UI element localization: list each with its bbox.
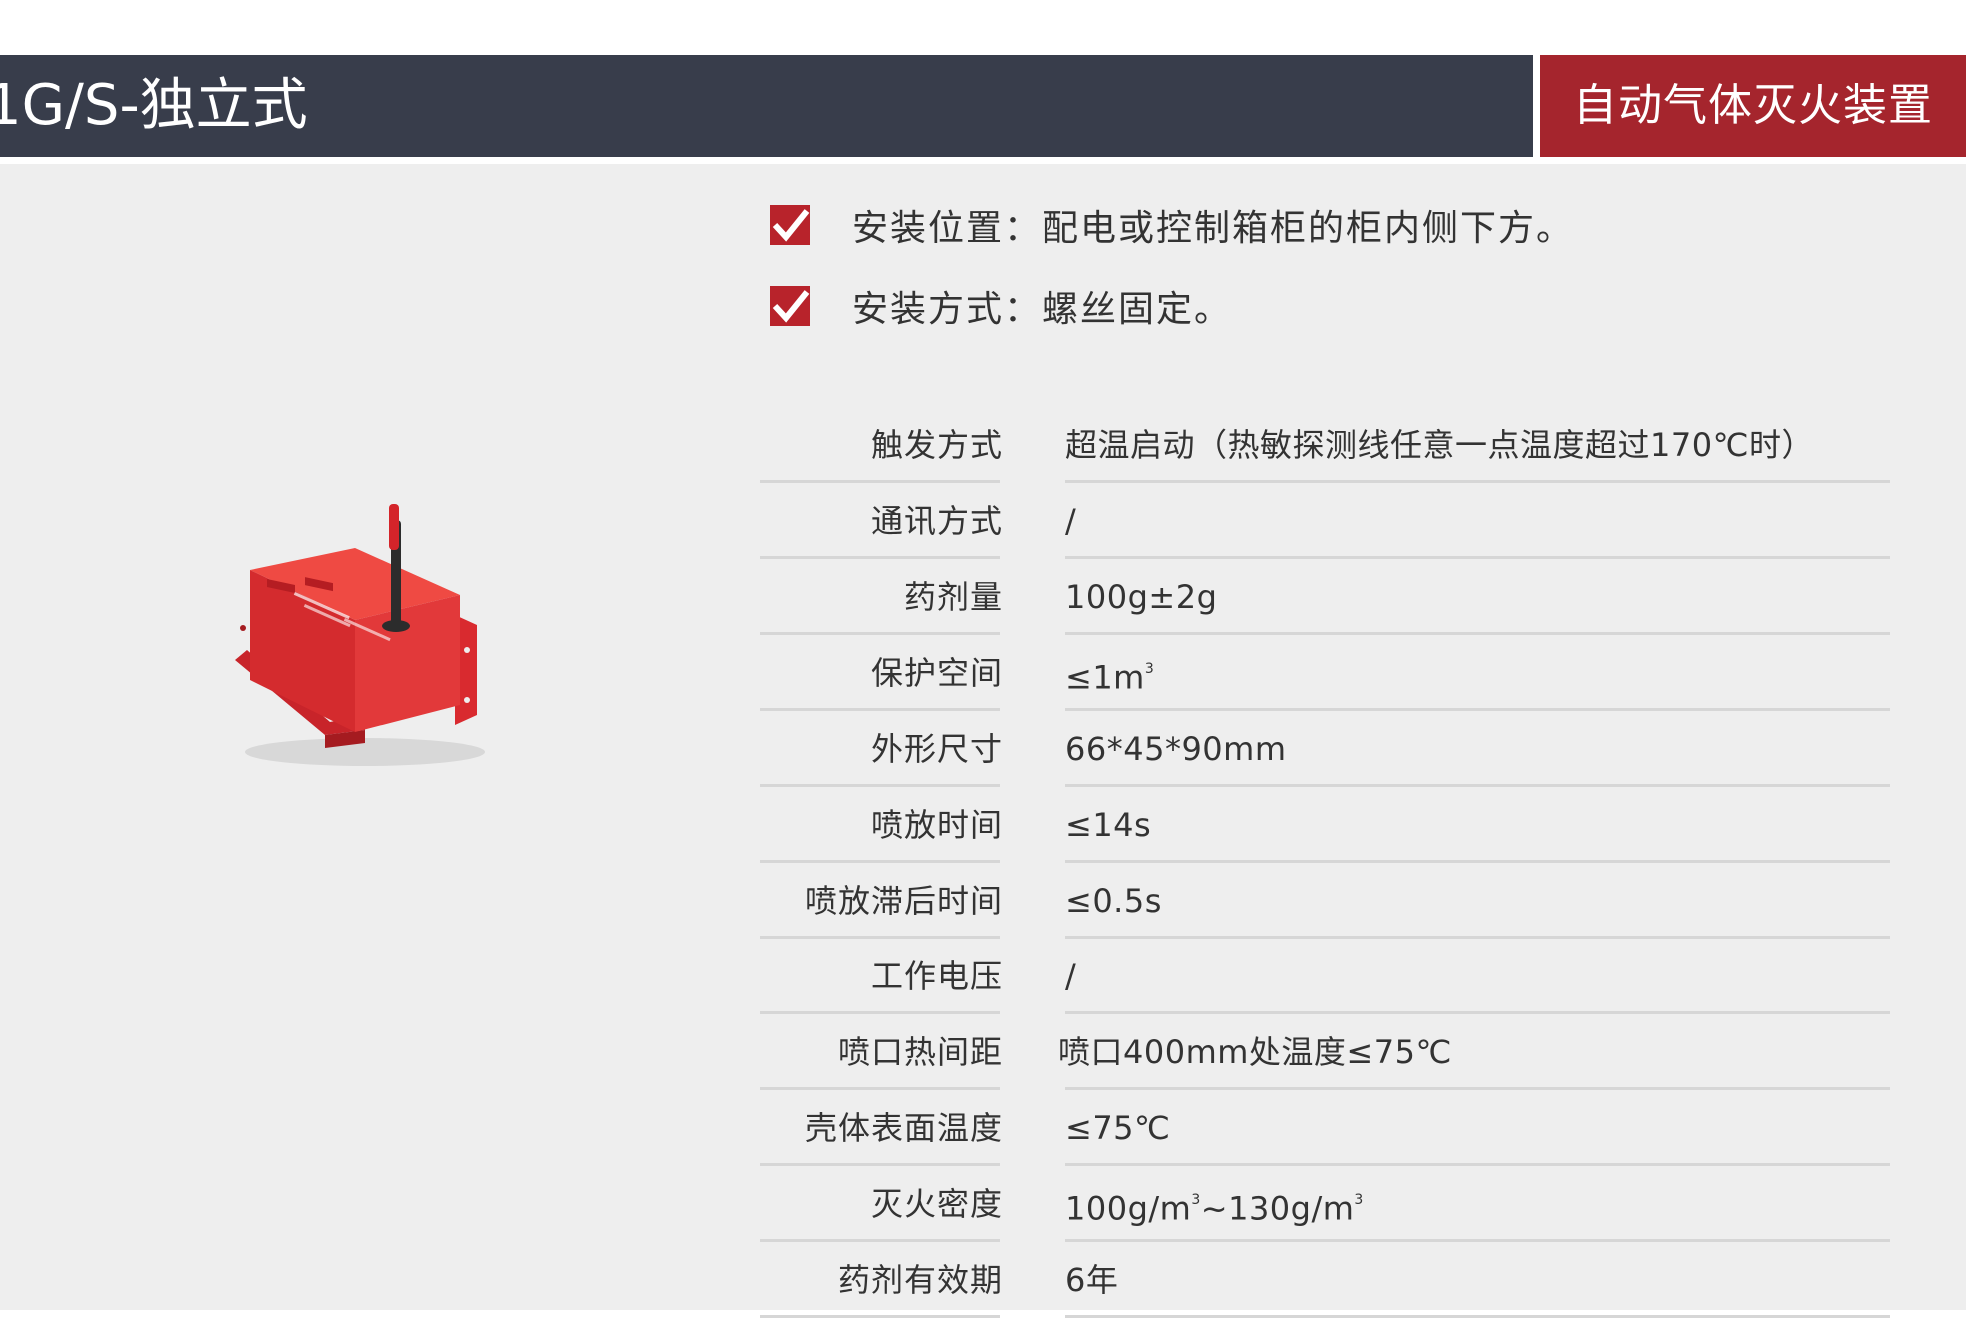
spec-value: ≤75℃: [1065, 1109, 1171, 1147]
spec-value: 超温启动（热敏探测线任意一点温度超过170℃时）: [1065, 426, 1815, 464]
spec-row-extinguishing-density: 灭火密度 100g/m3~130g/m3: [760, 1166, 1890, 1242]
spec-row-discharge-time: 喷放时间 ≤14s: [760, 787, 1890, 863]
spec-value: ≤14s: [1065, 806, 1152, 844]
spec-label: 喷放时间: [870, 806, 1003, 844]
spec-row-shell-temperature: 壳体表面温度 ≤75℃: [760, 1090, 1890, 1166]
spec-value: 6年: [1065, 1261, 1119, 1299]
spec-label: 保护空间: [870, 654, 1003, 692]
superscript: 3: [1144, 661, 1155, 677]
spec-row-voltage: 工作电压 /: [760, 938, 1890, 1014]
checkbox-checked-icon: [770, 286, 810, 326]
spec-value: 66*45*90mm: [1065, 730, 1287, 768]
spec-label: 壳体表面温度: [804, 1109, 1003, 1147]
spec-label: 工作电压: [870, 957, 1003, 995]
feature-item-install-method: 安装方式：螺丝固定。: [770, 276, 1232, 336]
spec-label: 外形尺寸: [870, 730, 1003, 768]
spec-label: 通讯方式: [870, 502, 1003, 540]
spec-value: /: [1065, 502, 1077, 540]
checkbox-checked-icon: [770, 205, 810, 245]
spec-value: ≤1m3: [1065, 635, 1154, 711]
spec-value: 100g±2g: [1065, 578, 1218, 616]
spec-row-nozzle-heat-distance: 喷口热间距 喷口400mm处温度≤75℃: [760, 1014, 1890, 1090]
category-tag: 自动气体灭火装置: [1540, 55, 1966, 157]
spec-row-communication: 通讯方式 /: [760, 483, 1890, 559]
spec-row-protected-space: 保护空间 ≤1m3: [760, 635, 1890, 711]
feature-item-install-location: 安装位置：配电或控制箱柜的柜内侧下方。: [770, 195, 1574, 255]
superscript: 3: [1354, 1192, 1364, 1208]
spec-value-text: ≤1m: [1065, 658, 1145, 697]
spec-value: /: [1065, 957, 1077, 995]
spec-value: 100g/m3~130g/m3: [1065, 1166, 1364, 1242]
spec-row-agent-amount: 药剂量 100g±2g: [760, 559, 1890, 635]
spec-label: 药剂量: [903, 578, 1003, 616]
spec-row-trigger: 触发方式 超温启动（热敏探测线任意一点温度超过170℃时）: [760, 407, 1890, 483]
superscript: 3: [1191, 1192, 1201, 1208]
spec-value-text: 100g/m: [1065, 1189, 1192, 1228]
spec-label: 灭火密度: [870, 1185, 1003, 1223]
spec-value-text: ~130g/m: [1200, 1189, 1355, 1228]
model-title: 1G/S-独立式: [0, 73, 308, 138]
spec-label: 触发方式: [870, 426, 1003, 464]
spec-label: 喷放滞后时间: [804, 882, 1003, 920]
feature-text: 安装方式：螺丝固定。: [852, 289, 1233, 330]
spec-row-dimensions: 外形尺寸 66*45*90mm: [760, 711, 1890, 787]
product-image: [235, 504, 485, 766]
spec-label: 喷口热间距: [837, 1033, 1003, 1071]
spec-row-agent-validity: 药剂有效期 6年: [760, 1242, 1890, 1318]
feature-text: 安装位置：配电或控制箱柜的柜内侧下方。: [852, 208, 1575, 249]
spec-row-discharge-delay: 喷放滞后时间 ≤0.5s: [760, 863, 1890, 939]
spec-value: 喷口400mm处温度≤75℃: [1058, 1033, 1452, 1071]
spec-value: ≤0.5s: [1065, 882, 1162, 920]
spec-label: 药剂有效期: [837, 1261, 1003, 1299]
